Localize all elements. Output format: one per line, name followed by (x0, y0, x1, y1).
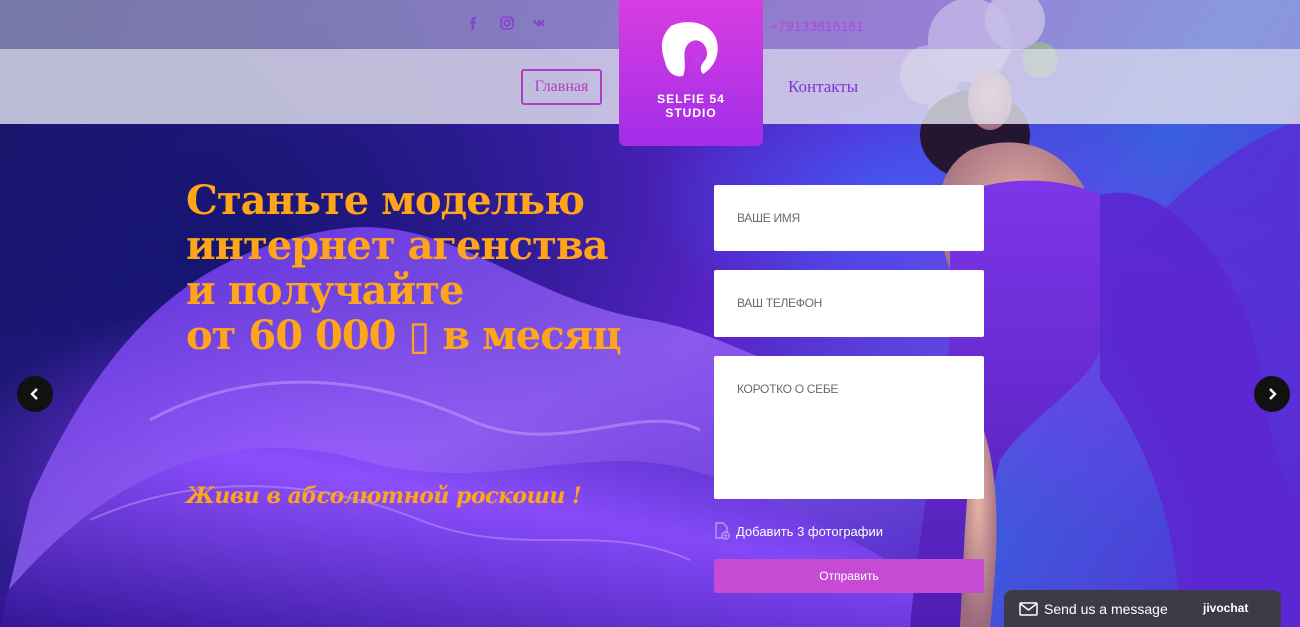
submit-button[interactable]: Отправить (714, 559, 984, 593)
about-textarea[interactable]: КОРОТКО О СЕБЕ (714, 356, 984, 499)
logo-text-line2: STUDIO (665, 106, 717, 120)
envelope-icon (1019, 601, 1038, 616)
file-add-icon (715, 522, 730, 540)
headline-line: и получайте (186, 267, 464, 314)
phone-number[interactable]: +79133816161 (770, 18, 864, 34)
chevron-left-icon (30, 388, 38, 400)
name-input[interactable]: ВАШЕ ИМЯ (714, 185, 984, 251)
woman-profile-logo-icon (661, 22, 718, 77)
facebook-icon[interactable] (464, 14, 482, 32)
headline-line: Станьте моделью (186, 177, 585, 224)
slider-prev-button[interactable] (17, 376, 53, 412)
phone-input[interactable]: ВАШ ТЕЛЕФОН (714, 270, 984, 337)
chevron-right-icon (1269, 388, 1277, 400)
headline-line: от 60 000 ▯ в месяц (186, 312, 622, 359)
chat-label: Send us a message (1044, 600, 1168, 617)
hero-subline: Живи в абсолютной роскоши ! (186, 483, 582, 509)
nav-contacts-link[interactable]: Контакты (788, 77, 858, 97)
chat-brand: jivochat (1203, 601, 1249, 615)
attach-photos-button[interactable]: Добавить 3 фотографии (714, 522, 883, 540)
instagram-icon[interactable] (498, 14, 516, 32)
site-logo[interactable]: SELFIE 54 STUDIO (619, 0, 763, 146)
slider-next-button[interactable] (1254, 376, 1290, 412)
attach-photos-label: Добавить 3 фотографии (736, 523, 884, 539)
vk-icon[interactable] (531, 14, 549, 32)
logo-text-line1: SELFIE 54 (657, 92, 725, 106)
headline-line: интернет агенства (186, 222, 609, 269)
hero-headline: Станьте моделью интернет агенства и полу… (186, 178, 706, 358)
chat-widget[interactable]: Send us a message jivochat (1004, 590, 1281, 627)
nav-home-link[interactable]: Главная (521, 69, 602, 105)
